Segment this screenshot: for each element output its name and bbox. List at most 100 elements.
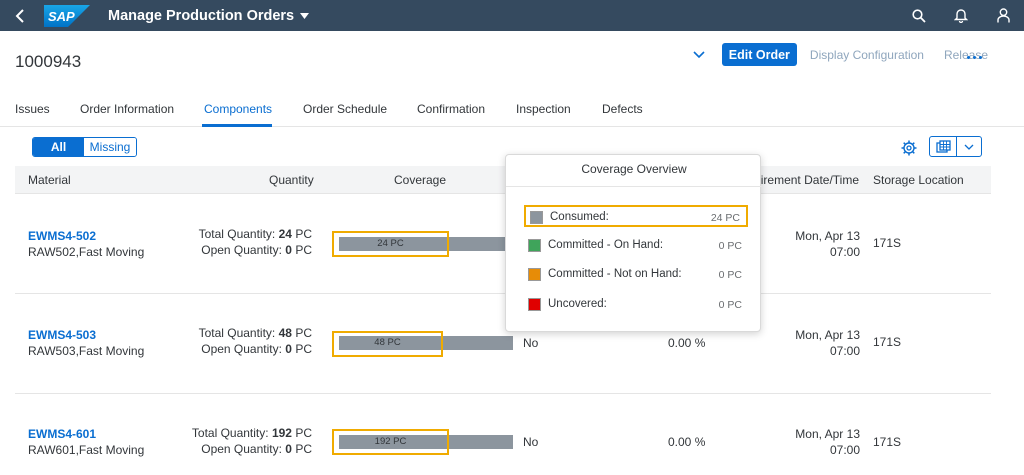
app-title-menu[interactable]: Manage Production Orders [108, 7, 310, 24]
tab-order-information[interactable]: Order Information [80, 102, 174, 116]
user-button[interactable] [982, 0, 1024, 31]
legend-swatch [530, 211, 543, 224]
filter-all-button[interactable]: All [33, 138, 84, 156]
storage-location: 171S [873, 435, 902, 449]
requirement-time: 07:00 [829, 344, 860, 358]
coverage-bar-label: 24 PC [377, 238, 404, 249]
legend-value: 24 PC [710, 212, 740, 224]
export-dropdown-button[interactable] [957, 137, 981, 156]
table-row[interactable]: EWMS4-502 RAW502,Fast Moving Total Quant… [15, 195, 991, 294]
requirement-date: Mon, Apr 13 [795, 328, 860, 342]
unit: PC [295, 326, 312, 340]
material-description: RAW601,Fast Moving [28, 443, 145, 457]
legend-label: Committed - Not on Hand: [548, 268, 682, 280]
requirement-date: Mon, Apr 13 [795, 427, 860, 441]
tab-inspection[interactable]: Inspection [516, 102, 571, 116]
popover-item-uncovered: Uncovered: 0 PC [524, 294, 748, 316]
material-id-link[interactable]: EWMS4-601 [28, 427, 96, 441]
active-tab-indicator [202, 124, 272, 127]
edit-order-button[interactable]: Edit Order [721, 43, 797, 66]
sap-logo[interactable]: SAP [44, 4, 90, 27]
bell-icon [954, 9, 968, 23]
material-description: RAW502,Fast Moving [28, 245, 145, 259]
tab-issues[interactable]: Issues [15, 102, 50, 116]
legend-value: 0 PC [718, 299, 742, 311]
storage-location: 171S [873, 335, 902, 349]
display-configuration-button[interactable]: Display Configuration [810, 48, 924, 62]
percent-value: 0.00 % [668, 435, 706, 449]
search-button[interactable] [898, 0, 940, 31]
tab-defects[interactable]: Defects [602, 102, 643, 116]
column-header-quantity[interactable]: Quantity [269, 173, 314, 187]
tab-order-schedule[interactable]: Order Schedule [303, 102, 387, 116]
material-id-link[interactable]: EWMS4-503 [28, 328, 96, 342]
export-menu-button[interactable] [929, 136, 982, 157]
requirement-date-cell: Mon, Apr 13 07:00 [775, 228, 860, 260]
requirement-date-cell: Mon, Apr 13 07:00 [775, 327, 860, 359]
unit: PC [295, 442, 312, 456]
export-button[interactable] [930, 137, 957, 156]
shell-bar: SAP Manage Production Orders [0, 0, 1024, 31]
coverage-bar-label: 192 PC [374, 436, 407, 447]
back-button[interactable] [0, 0, 40, 31]
total-quantity-value: 192 [271, 426, 292, 440]
overflow-menu-button[interactable] [967, 56, 982, 59]
requirement-date: Mon, Apr 13 [795, 229, 860, 243]
notifications-button[interactable] [940, 0, 982, 31]
unit: PC [295, 426, 312, 440]
legend-value: 0 PC [718, 269, 742, 281]
coverage-bar-label: 48 PC [374, 337, 401, 348]
backflush-value: No [523, 336, 539, 350]
open-quantity-label: Open Quantity: [201, 243, 282, 257]
unit: PC [295, 243, 312, 257]
total-quantity-label: Total Quantity: [198, 326, 276, 340]
unit: PC [295, 342, 312, 356]
release-button[interactable]: Release [944, 48, 988, 62]
table-settings-button[interactable] [900, 139, 918, 157]
table-row[interactable]: EWMS4-503 RAW503,Fast Moving Total Quant… [15, 295, 991, 394]
material-id-link[interactable]: EWMS4-502 [28, 229, 96, 243]
coverage-overview-popover: Coverage Overview Consumed: 24 PC Commit… [505, 154, 762, 332]
chevron-down-icon [693, 50, 705, 58]
popover-item-committed-not-on-hand: Committed - Not on Hand: 0 PC [524, 264, 748, 286]
user-icon [996, 8, 1010, 23]
svg-text:SAP: SAP [48, 9, 75, 24]
unit: PC [295, 227, 312, 241]
tab-confirmation[interactable]: Confirmation [417, 102, 485, 116]
storage-location: 171S [873, 236, 902, 250]
open-quantity-value: 0 [285, 342, 292, 356]
column-header-material[interactable]: Material [28, 173, 71, 187]
caret-down-icon [300, 12, 310, 19]
legend-value: 0 PC [718, 240, 742, 252]
column-header-coverage[interactable]: Coverage [394, 173, 446, 187]
requirement-date-label: Requirement Date/Time [754, 173, 859, 187]
total-quantity-label: Total Quantity: [198, 227, 276, 241]
tab-bar: Issues Order Information Components Orde… [0, 96, 1024, 127]
column-header-storage-location[interactable]: Storage Location [873, 173, 964, 187]
overflow-dot [979, 56, 982, 59]
quantity-cell: Total Quantity: 24 PC Open Quantity: 0 P… [175, 226, 312, 258]
legend-label: Committed - On Hand: [548, 239, 664, 251]
legend-label: Uncovered: [548, 298, 607, 310]
filter-missing-button[interactable]: Missing [84, 138, 136, 156]
app-title: Manage Production Orders [108, 7, 295, 24]
tab-components[interactable]: Components [204, 102, 272, 116]
legend-label: Consumed: [550, 211, 609, 223]
column-header-requirement-date[interactable]: Requirement Date/Time [754, 173, 859, 187]
open-quantity-label: Open Quantity: [201, 342, 282, 356]
requirement-date-cell: Mon, Apr 13 07:00 [775, 426, 860, 458]
legend-swatch [528, 298, 541, 311]
table-row[interactable]: EWMS4-601 RAW601,Fast Moving Total Quant… [15, 395, 991, 475]
percent-value: 0.00 % [668, 336, 706, 350]
backflush-value: No [523, 435, 539, 449]
overflow-dot [967, 56, 970, 59]
total-quantity-label: Total Quantity: [191, 426, 269, 440]
legend-swatch [528, 239, 541, 252]
open-quantity-label: Open Quantity: [201, 442, 282, 456]
popover-title: Coverage Overview [506, 155, 762, 187]
filter-segmented-button: All Missing [32, 137, 137, 157]
open-quantity-value: 0 [285, 442, 292, 456]
total-quantity-value: 48 [278, 326, 292, 340]
expand-header-button[interactable] [690, 50, 708, 59]
gear-icon [901, 140, 917, 156]
